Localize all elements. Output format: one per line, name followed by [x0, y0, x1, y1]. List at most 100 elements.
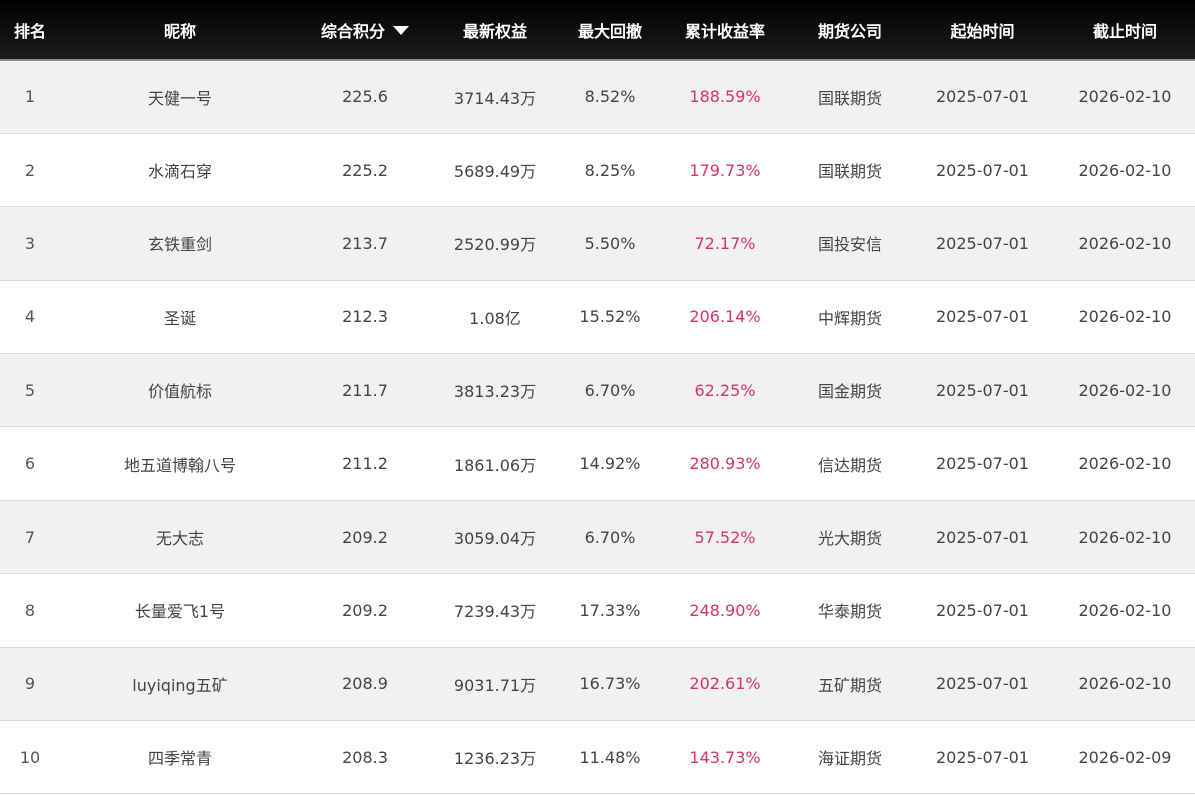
cell-drawdown: 6.70%: [560, 500, 660, 575]
cell-company: 国金期货: [790, 353, 910, 428]
cell-score: 209.2: [300, 500, 430, 575]
header-score-label: 综合积分: [320, 21, 385, 41]
cell-end: 2026-02-10: [1055, 647, 1195, 722]
table-body: 1 天健一号 225.6 3714.43万 8.52% 188.59% 国联期货…: [0, 60, 1195, 795]
cell-equity: 3813.23万: [430, 353, 560, 428]
cell-start: 2025-07-01: [910, 353, 1055, 428]
header-equity: 最新权益: [430, 0, 560, 61]
cell-company: 光大期货: [790, 500, 910, 575]
cell-end: 2026-02-10: [1055, 280, 1195, 355]
cell-end: 2026-02-10: [1055, 206, 1195, 281]
cell-rank: 8: [0, 573, 60, 648]
cell-return: 143.73%: [660, 720, 790, 795]
cell-score: 209.2: [300, 573, 430, 648]
cell-equity: 5689.49万: [430, 133, 560, 208]
cell-return: 72.17%: [660, 206, 790, 281]
cell-rank: 10: [0, 720, 60, 795]
cell-end: 2026-02-10: [1055, 573, 1195, 648]
cell-nickname[interactable]: 四季常青: [60, 720, 300, 795]
cell-drawdown: 8.52%: [560, 60, 660, 134]
cell-score: 213.7: [300, 206, 430, 281]
cell-end: 2026-02-10: [1055, 60, 1195, 134]
cell-return: 57.52%: [660, 500, 790, 575]
cell-start: 2025-07-01: [910, 647, 1055, 722]
header-nickname: 昵称: [60, 0, 300, 61]
cell-drawdown: 14.92%: [560, 426, 660, 501]
cell-start: 2025-07-01: [910, 60, 1055, 134]
cell-nickname[interactable]: 圣诞: [60, 280, 300, 355]
cell-equity: 1236.23万: [430, 720, 560, 795]
cell-return: 179.73%: [660, 133, 790, 208]
cell-drawdown: 17.33%: [560, 573, 660, 648]
cell-equity: 2520.99万: [430, 206, 560, 281]
cell-score: 211.7: [300, 353, 430, 428]
header-score[interactable]: 综合积分: [300, 0, 430, 61]
cell-equity: 7239.43万: [430, 573, 560, 648]
cell-equity: 3059.04万: [430, 500, 560, 575]
cell-company: 国联期货: [790, 60, 910, 134]
cell-return: 62.25%: [660, 353, 790, 428]
cell-score: 225.6: [300, 60, 430, 134]
cell-drawdown: 16.73%: [560, 647, 660, 722]
cell-company: 中辉期货: [790, 280, 910, 355]
cell-rank: 5: [0, 353, 60, 428]
cell-return: 202.61%: [660, 647, 790, 722]
cell-rank: 3: [0, 206, 60, 281]
cell-end: 2026-02-10: [1055, 426, 1195, 501]
cell-nickname[interactable]: 长量爱飞1号: [60, 573, 300, 648]
cell-rank: 6: [0, 426, 60, 501]
table-row: 8 长量爱飞1号 209.2 7239.43万 17.33% 248.90% 华…: [0, 573, 1195, 648]
cell-start: 2025-07-01: [910, 426, 1055, 501]
ranking-table: 排名 昵称 综合积分 最新权益 最大回撤 累计收益率 期货公司 起始时间 截止时…: [0, 0, 1195, 795]
cell-drawdown: 6.70%: [560, 353, 660, 428]
cell-nickname[interactable]: 无大志: [60, 500, 300, 575]
table-row: 5 价值航标 211.7 3813.23万 6.70% 62.25% 国金期货 …: [0, 353, 1195, 428]
cell-equity: 3714.43万: [430, 60, 560, 134]
cell-company: 国投安信: [790, 206, 910, 281]
cell-score: 211.2: [300, 426, 430, 501]
cell-equity: 1.08亿: [430, 280, 560, 355]
cell-nickname[interactable]: 价值航标: [60, 353, 300, 428]
cell-return: 280.93%: [660, 426, 790, 501]
table-row: 2 水滴石穿 225.2 5689.49万 8.25% 179.73% 国联期货…: [0, 133, 1195, 208]
cell-start: 2025-07-01: [910, 573, 1055, 648]
cell-return: 188.59%: [660, 60, 790, 134]
header-rank: 排名: [0, 0, 60, 61]
cell-return: 248.90%: [660, 573, 790, 648]
cell-nickname[interactable]: 玄铁重剑: [60, 206, 300, 281]
header-end: 截止时间: [1055, 0, 1195, 61]
table-row: 7 无大志 209.2 3059.04万 6.70% 57.52% 光大期货 2…: [0, 500, 1195, 575]
cell-equity: 1861.06万: [430, 426, 560, 501]
cell-return: 206.14%: [660, 280, 790, 355]
header-drawdown: 最大回撤: [560, 0, 660, 61]
table-row: 10 四季常青 208.3 1236.23万 11.48% 143.73% 海证…: [0, 720, 1195, 795]
cell-nickname[interactable]: 地五道博翰八号: [60, 426, 300, 501]
cell-rank: 1: [0, 60, 60, 134]
cell-start: 2025-07-01: [910, 720, 1055, 795]
cell-score: 225.2: [300, 133, 430, 208]
cell-company: 国联期货: [790, 133, 910, 208]
cell-start: 2025-07-01: [910, 500, 1055, 575]
cell-score: 212.3: [300, 280, 430, 355]
cell-company: 五矿期货: [790, 647, 910, 722]
cell-drawdown: 15.52%: [560, 280, 660, 355]
table-row: 6 地五道博翰八号 211.2 1861.06万 14.92% 280.93% …: [0, 426, 1195, 501]
cell-drawdown: 11.48%: [560, 720, 660, 795]
cell-rank: 4: [0, 280, 60, 355]
cell-start: 2025-07-01: [910, 206, 1055, 281]
cell-rank: 9: [0, 647, 60, 722]
cell-nickname[interactable]: 水滴石穿: [60, 133, 300, 208]
cell-drawdown: 8.25%: [560, 133, 660, 208]
cell-end: 2026-02-10: [1055, 133, 1195, 208]
cell-nickname[interactable]: 天健一号: [60, 60, 300, 134]
cell-end: 2026-02-10: [1055, 353, 1195, 428]
cell-score: 208.3: [300, 720, 430, 795]
header-company: 期货公司: [790, 0, 910, 61]
cell-start: 2025-07-01: [910, 280, 1055, 355]
cell-company: 海证期货: [790, 720, 910, 795]
cell-company: 华泰期货: [790, 573, 910, 648]
cell-company: 信达期货: [790, 426, 910, 501]
cell-drawdown: 5.50%: [560, 206, 660, 281]
cell-nickname[interactable]: luyiqing五矿: [60, 647, 300, 722]
table-row: 9 luyiqing五矿 208.9 9031.71万 16.73% 202.6…: [0, 647, 1195, 722]
